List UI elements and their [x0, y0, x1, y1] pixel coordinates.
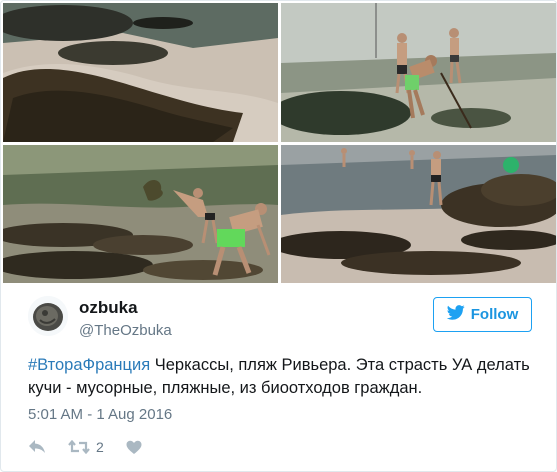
photo-men-in-water[interactable]: [281, 3, 556, 142]
tweet-actions: 2: [28, 437, 142, 457]
reply-icon[interactable]: [28, 439, 46, 455]
photo-men-piling-seaweed[interactable]: [3, 145, 278, 283]
photo-grid: [3, 3, 556, 283]
retweet-icon: [68, 440, 90, 454]
tweet-card: ozbuka @TheOzbuka Follow #ВтораФранция Ч…: [0, 0, 557, 472]
timestamp[interactable]: 5:01 AM - 1 Aug 2016: [28, 406, 172, 423]
follow-label: Follow: [470, 306, 519, 323]
follow-button[interactable]: Follow: [433, 297, 532, 332]
photo-seaweed-heaps[interactable]: [281, 145, 556, 283]
avatar[interactable]: [28, 296, 68, 336]
display-name[interactable]: ozbuka: [79, 298, 138, 318]
retweet-count: 2: [96, 439, 104, 455]
tweet-text: #ВтораФранция Черкассы, пляж Ривьера. Эт…: [28, 354, 538, 400]
retweet-button[interactable]: 2: [68, 439, 104, 455]
heart-icon[interactable]: [126, 440, 142, 455]
tweet-header: ozbuka @TheOzbuka Follow: [1, 283, 556, 351]
screen-name[interactable]: @TheOzbuka: [79, 322, 172, 339]
twitter-bird-icon: [446, 305, 465, 324]
photo-seaweed-pile[interactable]: [3, 3, 278, 142]
hashtag-link[interactable]: #ВтораФранция: [28, 356, 150, 374]
